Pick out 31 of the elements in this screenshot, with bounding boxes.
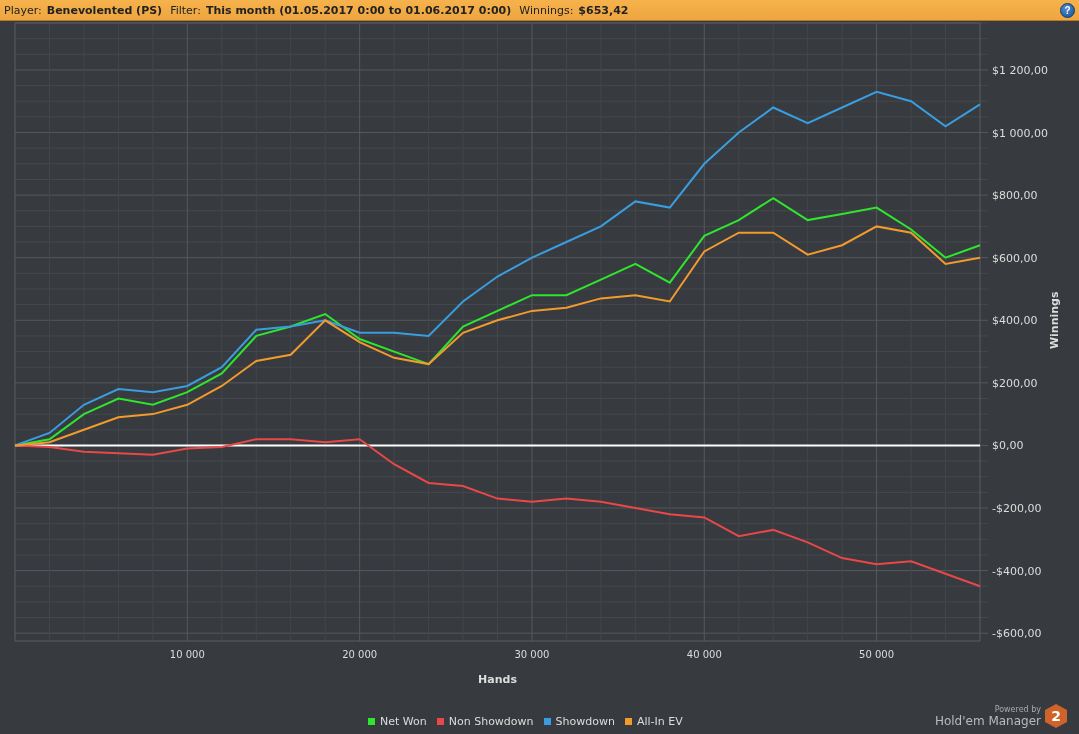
y-tick-label: $200,00 [992,376,1038,390]
field-label: Player: [4,3,42,17]
x-axis-title: Hands [478,673,517,686]
hexagon-logo: 2 [1045,704,1067,728]
y-axis-title: Winnings [1048,291,1061,350]
y-tick-label: $1 200,00 [992,63,1048,77]
help-button[interactable]: ? [1060,2,1075,18]
field-label: Filter: [170,3,201,17]
y-tick-label: -$600,00 [992,627,1042,641]
legend-item[interactable]: Non Showdown [436,715,534,728]
x-tick-label: 40 000 [686,649,722,660]
legend-item[interactable]: Net Won [368,715,427,728]
field-label: Winnings: [519,3,574,17]
powered-by-text: Powered by [994,704,1041,714]
y-tick-label: $800,00 [992,189,1038,203]
legend-item[interactable]: Showdown [543,715,615,728]
x-tick-label: 20 000 [342,649,378,660]
y-tick-label: $0,00 [992,439,1024,453]
field-value: This month (01.05.2017 0:00 to 01.06.2017 0:00) [205,3,512,17]
y-tick-label: $1 000,00 [992,126,1048,140]
field-value: $653,42 [578,3,629,17]
x-tick-label: 30 000 [514,649,550,660]
x-tick-label: 50 000 [859,649,895,660]
y-tick-label: -$400,00 [992,564,1042,578]
product-name: Hold'em Manager [934,713,1041,728]
y-tick-label: $400,00 [992,314,1038,328]
x-tick-label: 10 000 [169,649,205,660]
y-tick-label: -$200,00 [992,502,1042,515]
legend-item[interactable]: All-In EV [624,715,683,728]
y-tick-label: $600,00 [992,251,1038,265]
field-value: Benevolented (PS) [46,3,163,17]
